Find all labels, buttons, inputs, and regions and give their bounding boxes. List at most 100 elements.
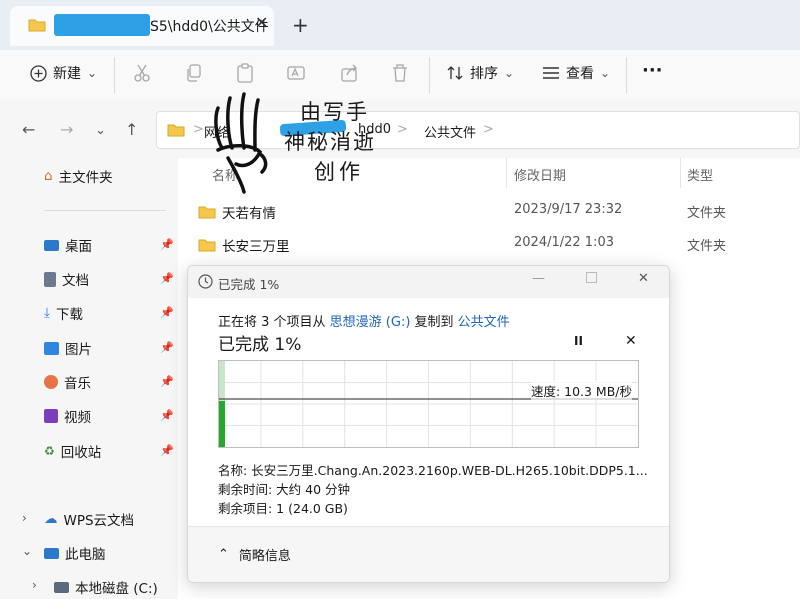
chevron-down-icon: ⌄: [504, 66, 515, 80]
destination-link[interactable]: 公共文件: [458, 315, 510, 330]
sidebar-item-downloads[interactable]: ⤓ 下载: [44, 303, 83, 323]
dialog-close-icon[interactable]: ✕: [638, 271, 649, 286]
paste-icon[interactable]: [236, 63, 254, 87]
pin-icon[interactable]: 📌: [160, 341, 174, 354]
folder-icon: [167, 124, 185, 137]
pin-icon[interactable]: 📌: [160, 375, 174, 388]
recent-locations-icon[interactable]: ⌄: [95, 123, 106, 138]
view-button[interactable]: 查看 ⌄: [542, 63, 610, 83]
sidebar-item-wps[interactable]: ☁ WPS云文档: [44, 509, 134, 529]
file-name: 天若有情: [222, 206, 276, 222]
cut-icon[interactable]: [133, 63, 151, 87]
sort-button[interactable]: 排序 ⌄: [446, 63, 514, 83]
document-icon: [44, 271, 56, 287]
dialog-title-bar: 已完成 1% — ✕: [188, 266, 669, 298]
folder-icon: [28, 19, 46, 32]
column-header-date[interactable]: 修改日期: [514, 165, 566, 184]
pin-icon[interactable]: 📌: [160, 272, 174, 285]
sort-label: 排序: [470, 66, 498, 82]
view-icon: [543, 67, 559, 79]
divider: [429, 57, 430, 93]
sidebar-item-recycle-bin[interactable]: ♻ 回收站: [44, 441, 101, 461]
navigation-pane: ⌂ 主文件夹 桌面 📌 文档 📌 ⤓ 下载 📌 图片 📌 音乐 📌 视频 📌 ♻…: [0, 158, 178, 599]
column-header-type[interactable]: 类型: [687, 165, 713, 184]
file-name: 长安三万里: [222, 239, 290, 255]
clock-icon: [198, 274, 213, 289]
sidebar-item-pictures[interactable]: 图片: [44, 338, 92, 358]
sidebar-item-this-pc[interactable]: 此电脑: [44, 543, 106, 563]
hand-four-fingers-icon: [214, 92, 268, 194]
graph-grid: [219, 361, 638, 447]
cancel-copy-button[interactable]: ✕: [625, 333, 637, 349]
minimize-icon[interactable]: —: [532, 271, 545, 286]
download-icon: ⤓: [44, 305, 50, 321]
items-remaining: 剩余项目: 1 (24.0 GB): [218, 501, 348, 516]
copy-mid: 复制到: [410, 315, 458, 330]
column-divider[interactable]: [506, 158, 507, 188]
sidebar-item-home[interactable]: ⌂ 主文件夹: [44, 166, 113, 186]
speed-bar: [219, 401, 225, 447]
sidebar-item-videos[interactable]: 视频: [44, 406, 91, 426]
pin-icon[interactable]: 📌: [160, 306, 174, 319]
sidebar-item-documents[interactable]: 文档: [44, 269, 89, 289]
pin-icon[interactable]: 📌: [160, 409, 174, 422]
rename-icon[interactable]: [287, 63, 307, 87]
tab-current[interactable]: S5\hdd0\公共文件 ✕: [10, 6, 274, 46]
copy-icon[interactable]: [185, 63, 203, 87]
sidebar-item-label: 视频: [64, 410, 91, 426]
up-icon[interactable]: ↑: [125, 120, 138, 139]
breadcrumb-separator: >: [483, 122, 494, 137]
file-date: 2023/9/17 23:32: [514, 202, 623, 217]
back-icon[interactable]: ←: [22, 120, 35, 139]
speed-label: 速度: 10.3 MB/秒: [530, 381, 632, 400]
forward-icon[interactable]: →: [60, 120, 73, 139]
sidebar-item-local-disk[interactable]: 本地磁盘 (C:): [54, 577, 158, 597]
divider: [44, 210, 166, 211]
sidebar-item-label: 图片: [65, 342, 92, 358]
more-options-button[interactable]: ···: [642, 60, 663, 81]
pause-button[interactable]: II: [574, 334, 583, 348]
dialog-title: 已完成 1%: [218, 277, 280, 292]
maximize-icon[interactable]: [586, 272, 597, 283]
share-icon[interactable]: [340, 63, 360, 87]
recycle-bin-icon: ♻: [44, 444, 55, 458]
table-row[interactable]: 长安三万里 2024/1/22 1:03 文件夹: [178, 233, 800, 257]
new-label: 新建: [53, 66, 81, 82]
pin-icon[interactable]: 📌: [160, 444, 174, 457]
fewer-details-label: 简略信息: [238, 549, 291, 564]
sidebar-item-desktop[interactable]: 桌面: [44, 235, 92, 255]
file-name-cell: 天若有情: [198, 202, 276, 222]
table-row[interactable]: 天若有情 2023/9/17 23:32 文件夹: [178, 200, 800, 224]
column-divider[interactable]: [680, 158, 681, 188]
file-date: 2024/1/22 1:03: [514, 235, 614, 250]
music-icon: [44, 375, 58, 389]
chevron-right-icon[interactable]: ›: [32, 578, 37, 592]
tab-title: S5\hdd0\公共文件: [150, 19, 269, 35]
pictures-icon: [44, 341, 59, 355]
chevron-right-icon[interactable]: ›: [22, 511, 27, 525]
new-button[interactable]: 新建 ⌄: [30, 63, 97, 83]
close-tab-icon[interactable]: ✕: [255, 13, 268, 32]
new-tab-button[interactable]: +: [292, 13, 309, 37]
source-link[interactable]: 思想漫游 (G:): [330, 315, 411, 330]
watermark-line-2: 神秘消逝: [284, 130, 376, 154]
copy-description: 正在将 3 个项目从 思想漫游 (G:) 复制到 公共文件: [218, 311, 510, 330]
copy-prefix: 正在将 3 个项目从: [218, 315, 330, 330]
cloud-icon: ☁: [44, 511, 58, 527]
redaction-mark: [54, 14, 150, 36]
speed-graph: 速度: 10.3 MB/秒: [218, 360, 639, 448]
plus-circle-icon: [30, 64, 47, 82]
delete-icon[interactable]: [391, 63, 409, 87]
fewer-details-button[interactable]: ⌃ 简略信息: [218, 545, 291, 564]
sidebar-item-label: 此电脑: [65, 547, 106, 563]
view-label: 查看: [566, 66, 594, 82]
file-name-line: 名称: 长安三万里.Chang.An.2023.2160p.WEB-DL.H26…: [218, 463, 648, 478]
pin-icon[interactable]: 📌: [160, 238, 174, 251]
computer-icon: [44, 547, 59, 559]
sidebar-item-music[interactable]: 音乐: [44, 372, 91, 392]
folder-icon: [198, 206, 216, 219]
chevron-down-icon[interactable]: ⌄: [22, 544, 32, 558]
breadcrumb-shared[interactable]: 公共文件: [424, 122, 476, 141]
title-bar: S5\hdd0\公共文件 ✕ +: [0, 0, 800, 50]
folder-icon: [198, 239, 216, 252]
